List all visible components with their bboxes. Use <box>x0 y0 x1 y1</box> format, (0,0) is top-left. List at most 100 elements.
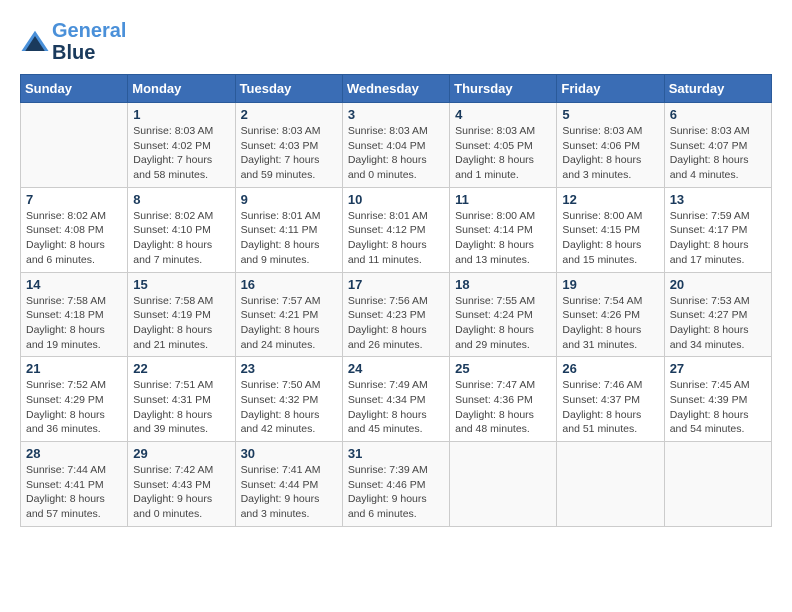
calendar-cell: 18Sunrise: 7:55 AMSunset: 4:24 PMDayligh… <box>450 272 557 357</box>
day-number: 22 <box>133 361 229 376</box>
calendar-cell: 28 Sunrise: 7:44 AMSunset: 4:41 PMDayligh… <box>21 442 128 527</box>
calendar-cell <box>557 442 664 527</box>
day-number: 21 <box>26 361 122 376</box>
calendar-cell: 27 Sunrise: 7:45 AMSunset: 4:39 PMDayligh… <box>664 357 771 442</box>
day-number: 8 <box>133 192 229 207</box>
day-number: 17 <box>348 277 444 292</box>
day-info: Sunrise: 7:53 AMSunset: 4:27 PMDaylight:… <box>670 294 766 353</box>
calendar-cell: 1 Sunrise: 8:03 AMSunset: 4:02 PMDaylight… <box>128 103 235 188</box>
day-number: 10 <box>348 192 444 207</box>
day-info: Sunrise: 8:00 AMSunset: 4:14 PMDaylight:… <box>455 209 551 268</box>
day-info: Sunrise: 7:59 AMSunset: 4:17 PMDaylight:… <box>670 209 766 268</box>
day-number: 19 <box>562 277 658 292</box>
calendar-cell: 4 Sunrise: 8:03 AMSunset: 4:05 PMDaylight… <box>450 103 557 188</box>
day-info: Sunrise: 7:49 AMSunset: 4:34 PMDaylight:… <box>348 378 444 437</box>
day-info: Sunrise: 8:01 AMSunset: 4:12 PMDaylight:… <box>348 209 444 268</box>
day-number: 14 <box>26 277 122 292</box>
calendar-cell: 26 Sunrise: 7:46 AMSunset: 4:37 PMDayligh… <box>557 357 664 442</box>
calendar-cell: 8 Sunrise: 8:02 AMSunset: 4:10 PMDaylight… <box>128 187 235 272</box>
day-info: Sunrise: 7:50 AMSunset: 4:32 PMDaylight:… <box>241 378 337 437</box>
calendar-cell: 21 Sunrise: 7:52 AMSunset: 4:29 PMDayligh… <box>21 357 128 442</box>
calendar-cell: 22 Sunrise: 7:51 AMSunset: 4:31 PMDayligh… <box>128 357 235 442</box>
day-info: Sunrise: 7:47 AMSunset: 4:36 PMDaylight:… <box>455 378 551 437</box>
calendar-cell: 17 Sunrise: 7:56 AMSunset: 4:23 PMDayligh… <box>342 272 449 357</box>
calendar-cell: 5Sunrise: 8:03 AMSunset: 4:06 PMDaylight… <box>557 103 664 188</box>
day-number: 31 <box>348 446 444 461</box>
day-info: Sunrise: 7:58 AMSunset: 4:18 PMDaylight:… <box>26 294 122 353</box>
day-number: 24 <box>348 361 444 376</box>
day-info: Sunrise: 7:58 AMSunset: 4:19 PMDaylight:… <box>133 294 229 353</box>
day-number: 12 <box>562 192 658 207</box>
day-number: 16 <box>241 277 337 292</box>
day-info: Sunrise: 8:03 AMSunset: 4:06 PMDaylight:… <box>562 124 658 183</box>
logo-text-blue: Blue <box>52 42 126 64</box>
day-number: 4 <box>455 107 551 122</box>
day-number: 25 <box>455 361 551 376</box>
day-number: 7 <box>26 192 122 207</box>
day-info: Sunrise: 7:55 AMSunset: 4:24 PMDaylight:… <box>455 294 551 353</box>
day-number: 15 <box>133 277 229 292</box>
day-number: 23 <box>241 361 337 376</box>
day-info: Sunrise: 8:03 AMSunset: 4:04 PMDaylight:… <box>348 124 444 183</box>
day-info: Sunrise: 7:51 AMSunset: 4:31 PMDaylight:… <box>133 378 229 437</box>
day-info: Sunrise: 7:57 AMSunset: 4:21 PMDaylight:… <box>241 294 337 353</box>
calendar-cell: 12Sunrise: 8:00 AMSunset: 4:15 PMDayligh… <box>557 187 664 272</box>
calendar-cell: 6 Sunrise: 8:03 AMSunset: 4:07 PMDaylight… <box>664 103 771 188</box>
day-number: 2 <box>241 107 337 122</box>
column-header-tuesday: Tuesday <box>235 75 342 103</box>
day-number: 28 <box>26 446 122 461</box>
calendar-cell: 3 Sunrise: 8:03 AMSunset: 4:04 PMDaylight… <box>342 103 449 188</box>
column-header-wednesday: Wednesday <box>342 75 449 103</box>
calendar-cell: 30 Sunrise: 7:41 AMSunset: 4:44 PMDayligh… <box>235 442 342 527</box>
week-row-3: 14 Sunrise: 7:58 AMSunset: 4:18 PMDayligh… <box>21 272 772 357</box>
calendar-cell: 14 Sunrise: 7:58 AMSunset: 4:18 PMDayligh… <box>21 272 128 357</box>
calendar-cell: 11 Sunrise: 8:00 AMSunset: 4:14 PMDayligh… <box>450 187 557 272</box>
week-row-4: 21 Sunrise: 7:52 AMSunset: 4:29 PMDayligh… <box>21 357 772 442</box>
calendar-header-row: SundayMondayTuesdayWednesdayThursdayFrid… <box>21 75 772 103</box>
day-number: 26 <box>562 361 658 376</box>
calendar-cell <box>664 442 771 527</box>
day-info: Sunrise: 7:45 AMSunset: 4:39 PMDaylight:… <box>670 378 766 437</box>
logo: General Blue <box>20 20 126 64</box>
day-info: Sunrise: 8:03 AMSunset: 4:05 PMDaylight:… <box>455 124 551 183</box>
calendar-cell: 9 Sunrise: 8:01 AMSunset: 4:11 PMDaylight… <box>235 187 342 272</box>
day-number: 1 <box>133 107 229 122</box>
column-header-friday: Friday <box>557 75 664 103</box>
day-info: Sunrise: 8:03 AMSunset: 4:02 PMDaylight:… <box>133 124 229 183</box>
calendar-cell: 19 Sunrise: 7:54 AMSunset: 4:26 PMDayligh… <box>557 272 664 357</box>
calendar-cell: 24 Sunrise: 7:49 AMSunset: 4:34 PMDayligh… <box>342 357 449 442</box>
logo-icon <box>20 27 50 57</box>
day-number: 9 <box>241 192 337 207</box>
calendar-table: SundayMondayTuesdayWednesdayThursdayFrid… <box>20 74 772 527</box>
day-number: 27 <box>670 361 766 376</box>
week-row-5: 28 Sunrise: 7:44 AMSunset: 4:41 PMDayligh… <box>21 442 772 527</box>
column-header-sunday: Sunday <box>21 75 128 103</box>
day-info: Sunrise: 8:03 AMSunset: 4:07 PMDaylight:… <box>670 124 766 183</box>
day-number: 3 <box>348 107 444 122</box>
calendar-cell: 2Sunrise: 8:03 AMSunset: 4:03 PMDaylight… <box>235 103 342 188</box>
week-row-1: 1 Sunrise: 8:03 AMSunset: 4:02 PMDaylight… <box>21 103 772 188</box>
day-number: 30 <box>241 446 337 461</box>
day-info: Sunrise: 8:02 AMSunset: 4:08 PMDaylight:… <box>26 209 122 268</box>
calendar-cell: 20 Sunrise: 7:53 AMSunset: 4:27 PMDayligh… <box>664 272 771 357</box>
logo-text-general: General <box>52 20 126 42</box>
day-info: Sunrise: 7:42 AMSunset: 4:43 PMDaylight:… <box>133 463 229 522</box>
day-info: Sunrise: 7:52 AMSunset: 4:29 PMDaylight:… <box>26 378 122 437</box>
calendar-cell <box>450 442 557 527</box>
week-row-2: 7 Sunrise: 8:02 AMSunset: 4:08 PMDaylight… <box>21 187 772 272</box>
day-number: 6 <box>670 107 766 122</box>
column-header-saturday: Saturday <box>664 75 771 103</box>
day-number: 11 <box>455 192 551 207</box>
logo-general: General <box>52 20 126 42</box>
day-info: Sunrise: 7:56 AMSunset: 4:23 PMDaylight:… <box>348 294 444 353</box>
day-info: Sunrise: 7:54 AMSunset: 4:26 PMDaylight:… <box>562 294 658 353</box>
day-info: Sunrise: 7:44 AMSunset: 4:41 PMDaylight:… <box>26 463 122 522</box>
day-number: 20 <box>670 277 766 292</box>
day-info: Sunrise: 7:41 AMSunset: 4:44 PMDaylight:… <box>241 463 337 522</box>
day-info: Sunrise: 8:02 AMSunset: 4:10 PMDaylight:… <box>133 209 229 268</box>
day-info: Sunrise: 7:39 AMSunset: 4:46 PMDaylight:… <box>348 463 444 522</box>
day-info: Sunrise: 7:46 AMSunset: 4:37 PMDaylight:… <box>562 378 658 437</box>
calendar-cell: 31 Sunrise: 7:39 AMSunset: 4:46 PMDayligh… <box>342 442 449 527</box>
calendar-cell: 7 Sunrise: 8:02 AMSunset: 4:08 PMDaylight… <box>21 187 128 272</box>
day-info: Sunrise: 8:01 AMSunset: 4:11 PMDaylight:… <box>241 209 337 268</box>
